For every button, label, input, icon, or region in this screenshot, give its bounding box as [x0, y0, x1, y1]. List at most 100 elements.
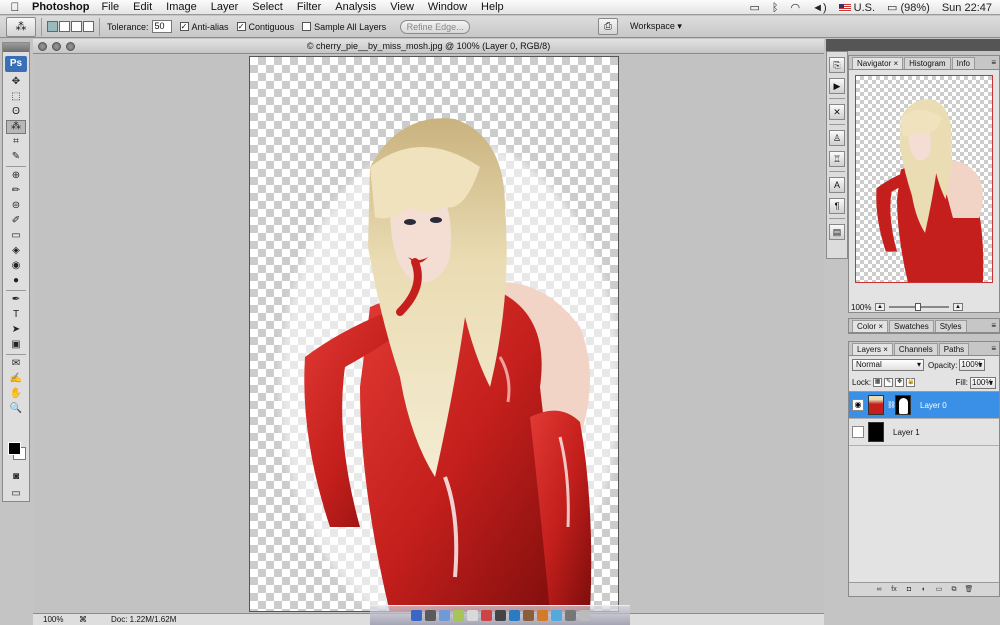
tab-histogram[interactable]: Histogram: [904, 57, 951, 69]
adjustment-layer-icon[interactable]: ◐: [919, 585, 930, 594]
eye-icon[interactable]: ◉: [852, 399, 864, 411]
lock-transparent-icon[interactable]: ▦: [873, 378, 883, 387]
sample-all-layers-checkbox[interactable]: Sample All Layers: [302, 22, 386, 32]
paragraph-icon[interactable]: ¶: [829, 198, 845, 214]
dashboard-icon[interactable]: [424, 610, 436, 621]
hand-tool-icon[interactable]: ✋: [6, 387, 26, 401]
panel-menu-icon[interactable]: ≡: [991, 321, 996, 330]
path-selection-tool-icon[interactable]: ➤: [6, 323, 26, 337]
new-layer-icon[interactable]: ⧉: [949, 585, 960, 594]
trash-icon[interactable]: [578, 610, 590, 621]
layer-name[interactable]: Layer 1: [893, 428, 920, 437]
menu-help[interactable]: Help: [481, 1, 504, 13]
quick-mask-icon[interactable]: ◙: [6, 470, 26, 484]
apple-menu-icon[interactable]: : [0, 0, 22, 14]
doc-size-readout[interactable]: Doc: 1.22M/1.62M: [111, 614, 176, 625]
tab-channels[interactable]: Channels: [893, 343, 938, 355]
paint-bucket-tool-icon[interactable]: ◈: [6, 244, 26, 258]
menu-layer[interactable]: Layer: [211, 1, 239, 13]
magic-wand-tool-icon[interactable]: ⁂: [6, 120, 26, 134]
safari-icon[interactable]: [438, 610, 450, 621]
status-info-icon[interactable]: ⌘: [79, 614, 87, 625]
refine-edge-button[interactable]: Refine Edge...: [400, 19, 471, 34]
display-icon[interactable]: ▭: [749, 1, 759, 14]
screen-mode-icon[interactable]: ▭: [6, 487, 26, 501]
preferences-icon[interactable]: [564, 610, 576, 621]
clone-stamp-tool-icon[interactable]: ⊜: [6, 199, 26, 213]
terminal-icon[interactable]: [494, 610, 506, 621]
link-layers-icon[interactable]: ∞: [874, 585, 885, 594]
history-brush-tool-icon[interactable]: ✐: [6, 214, 26, 228]
navigator-zoom-field[interactable]: 100%: [849, 303, 875, 312]
icon-strip-grip[interactable]: [826, 39, 848, 51]
menu-image[interactable]: Image: [166, 1, 197, 13]
marquee-tool-icon[interactable]: ⬚: [6, 90, 26, 104]
history-icon[interactable]: ♖: [829, 151, 845, 167]
link-chain-icon[interactable]: ⛓: [887, 401, 896, 409]
actions-icon[interactable]: ▶: [829, 78, 845, 94]
notes-tool-icon[interactable]: ✉: [6, 357, 26, 371]
lock-all-icon[interactable]: 🔒: [906, 378, 916, 387]
menu-view[interactable]: View: [390, 1, 414, 13]
foreground-color-swatch[interactable]: [8, 442, 21, 455]
tab-swatches[interactable]: Swatches: [889, 320, 934, 332]
crop-tool-icon[interactable]: ⌗: [6, 135, 26, 149]
bluetooth-icon[interactable]: ᛒ: [772, 2, 779, 14]
calendar-icon[interactable]: [480, 610, 492, 621]
tab-paths[interactable]: Paths: [938, 343, 970, 355]
tab-layers[interactable]: Layers ×: [852, 343, 893, 355]
new-selection-button[interactable]: [47, 21, 58, 32]
menu-clock[interactable]: Sun 22:47: [942, 2, 992, 14]
eraser-tool-icon[interactable]: ▭: [6, 229, 26, 243]
type-tool-icon[interactable]: T: [6, 308, 26, 322]
illustrator-dock-icon[interactable]: [536, 610, 548, 621]
navigator-zoom-slider[interactable]: [889, 303, 949, 311]
add-mask-icon[interactable]: ◘: [904, 585, 915, 594]
battery-status[interactable]: ▭ (98%): [887, 1, 930, 14]
app-menu-photoshop[interactable]: Photoshop: [32, 1, 89, 13]
zoom-window-button[interactable]: [66, 42, 75, 51]
layer-row-layer-0[interactable]: ◉ ⛓ Layer 0: [849, 392, 999, 419]
layer-comps-icon[interactable]: ▤: [829, 224, 845, 240]
move-tool-icon[interactable]: ✥: [6, 75, 26, 89]
volume-icon[interactable]: ◄): [812, 2, 827, 14]
panel-menu-icon[interactable]: ≡: [991, 58, 996, 67]
lock-image-icon[interactable]: ✎: [884, 378, 894, 387]
subtract-from-selection-button[interactable]: [71, 21, 82, 32]
layer-row-layer-1[interactable]: Layer 1: [849, 419, 999, 446]
bridge-dock-icon[interactable]: [522, 610, 534, 621]
layer-name[interactable]: Layer 0: [920, 401, 947, 410]
finder-icon[interactable]: [410, 610, 422, 621]
panel-menu-icon[interactable]: ≡: [991, 344, 996, 353]
contiguous-checkbox[interactable]: ✓ Contiguous: [236, 22, 294, 32]
blend-mode-select[interactable]: Normal: [852, 359, 924, 371]
toolbox-grip[interactable]: [3, 43, 29, 52]
eyedropper-tool-icon[interactable]: ✍: [6, 372, 26, 386]
healing-tool-icon[interactable]: ⊕: [6, 169, 26, 183]
itunes-icon[interactable]: [550, 610, 562, 621]
eye-hidden-icon[interactable]: [852, 426, 864, 438]
brushes-icon[interactable]: ✕: [829, 104, 845, 120]
delete-layer-icon[interactable]: 🗑: [964, 585, 975, 594]
blur-tool-icon[interactable]: ◉: [6, 259, 26, 273]
workspace-menu[interactable]: Workspace ▾: [630, 21, 682, 32]
anti-alias-checkbox[interactable]: ✓ Anti-alias: [179, 22, 229, 32]
tab-info[interactable]: Info: [951, 57, 975, 69]
opacity-field[interactable]: 100%: [959, 359, 986, 371]
image-canvas[interactable]: [249, 56, 619, 612]
minimize-window-button[interactable]: [52, 42, 61, 51]
lock-position-icon[interactable]: ✥: [895, 378, 905, 387]
tool-preset-picker[interactable]: ⁂: [6, 16, 36, 37]
zoom-in-icon[interactable]: ▲: [953, 303, 963, 311]
menu-analysis[interactable]: Analysis: [335, 1, 376, 13]
ichat-icon[interactable]: [452, 610, 464, 621]
fill-field[interactable]: 100%: [970, 376, 996, 389]
menu-filter[interactable]: Filter: [297, 1, 321, 13]
layer-style-icon[interactable]: fx: [889, 585, 900, 594]
bridge-icon[interactable]: ⎙: [598, 18, 618, 35]
photoshop-dock-icon[interactable]: [508, 610, 520, 621]
status-zoom-field[interactable]: 100%: [43, 614, 73, 625]
tolerance-input[interactable]: 50: [151, 20, 172, 33]
zoom-tool-icon[interactable]: 🔍: [6, 402, 26, 416]
wifi-icon[interactable]: ◠: [790, 1, 800, 14]
